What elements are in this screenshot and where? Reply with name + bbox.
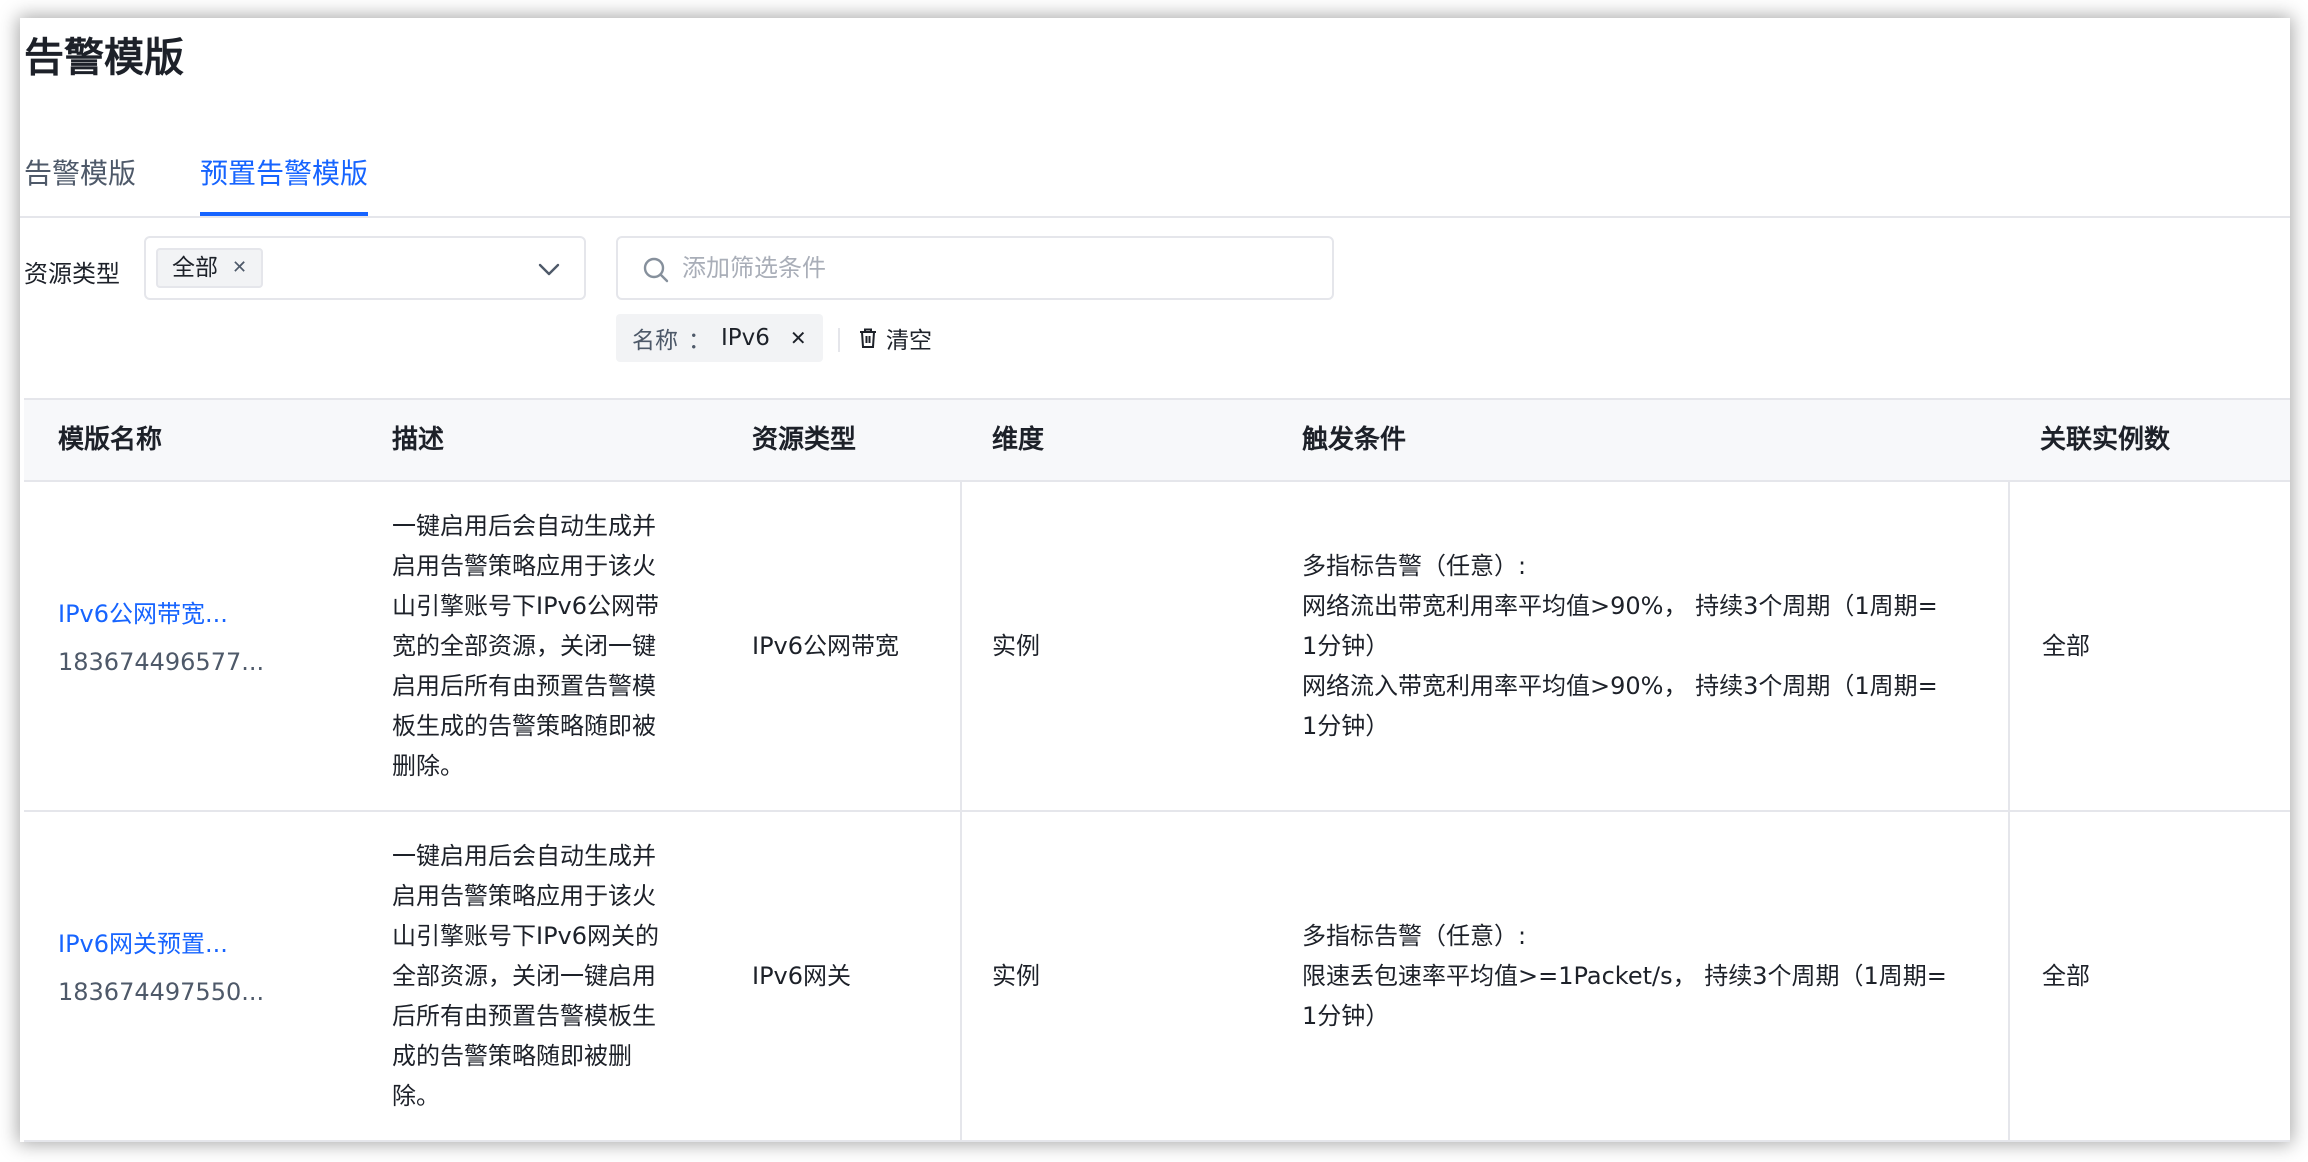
table-header: 模版名称 描述 资源类型 维度 触发条件 关联实例数 [24,400,2290,482]
clear-label: 清空 [886,328,932,354]
template-name-link[interactable]: IPv6网关预置... [58,924,264,964]
description-line: 板生成的告警策略随即被 [392,712,656,740]
template-name-cell: IPv6网关预置... 183674497550... [58,924,264,1012]
active-tab-indicator [200,212,368,216]
tab-preset-alert-templates[interactable]: 预置告警模版 [200,154,368,194]
header-instance-count: 关联实例数 [2040,425,2171,455]
chip-key: 名称 [632,328,678,354]
chevron-down-icon [538,263,560,276]
header-trigger-condition: 触发条件 [1302,425,1407,455]
description-line: 后所有由预置告警模板生 [392,1002,656,1030]
trigger-condition-cell: 多指标告警（任意）: 网络流出带宽利用率平均值>90%， 持续3个周期（1周期=… [1302,546,2002,746]
trash-icon [860,328,876,348]
template-id: 183674497550... [58,978,265,1006]
description-line: 除。 [392,1082,440,1110]
description-line: 一键启用后会自动生成并 [392,512,656,540]
description-line: 一键启用后会自动生成并 [392,842,656,870]
table-row: IPv6公网带宽... 183674496577... 一键启用后会自动生成并 … [24,482,2290,812]
table-row: IPv6网关预置... 183674497550... 一键启用后会自动生成并 … [24,812,2290,1142]
template-name-link[interactable]: IPv6公网带宽... [58,594,264,634]
condition-line: 网络流出带宽利用率平均值>90%， 持续3个周期（1周期= [1302,592,1938,620]
description-line: 启用告警策略应用于该火 [392,552,656,580]
condition-line: 限速丢包速率平均值>=1Packet/s， 持续3个周期（1周期= [1302,962,1947,990]
description-line: 山引擎账号下IPv6公网带 [392,592,660,620]
window-frame: 告警模版 告警模版 预置告警模版 资源类型 全部 ✕ 名称 ： IPv6 ✕ [20,18,2290,1142]
description-line: 山引擎账号下IPv6网关的 [392,922,660,950]
active-filter-chip: 名称 ： IPv6 ✕ [616,314,823,362]
column-divider [960,812,962,1140]
selected-tag: 全部 ✕ [156,248,264,288]
filter-search-input[interactable] [682,246,1302,290]
tab-alert-templates[interactable]: 告警模版 [24,154,136,194]
header-resource-type: 资源类型 [752,425,857,455]
resource-type-select[interactable]: 全部 ✕ [144,236,586,300]
filter-search-box[interactable] [616,236,1334,300]
description-line: 成的告警策略随即被删 [392,1042,632,1070]
dimension-cell: 实例 [992,632,1040,660]
search-icon [643,257,669,283]
tab-bar: 告警模版 预置告警模版 [20,136,2290,218]
description-cell: 一键启用后会自动生成并 启用告警策略应用于该火 山引擎账号下IPv6公网带 宽的… [392,506,702,786]
tag-close-icon[interactable]: ✕ [232,250,247,286]
template-id: 183674496577... [58,648,265,676]
column-divider [2008,482,2010,810]
condition-line: 多指标告警（任意）: [1302,552,1527,580]
description-line: 全部资源，关闭一键启用 [392,962,656,990]
condition-line: 多指标告警（任意）: [1302,922,1527,950]
condition-line: 网络流入带宽利用率平均值>90%， 持续3个周期（1周期= [1302,672,1938,700]
column-divider [960,482,962,810]
header-template-name: 模版名称 [58,425,163,455]
page-title: 告警模版 [24,35,184,81]
column-divider [2008,812,2010,1140]
condition-line: 1分钟） [1302,1002,1390,1030]
chip-separator: ： [688,328,711,354]
divider [838,328,840,352]
chip-value: IPv6 [721,325,770,351]
description-line: 宽的全部资源，关闭一键 [392,632,656,660]
selected-tag-label: 全部 [172,255,218,281]
clear-button[interactable]: 清空 [858,320,932,356]
condition-line: 1分钟） [1302,712,1390,740]
header-description: 描述 [392,425,445,455]
chip-close-icon[interactable]: ✕ [790,326,807,350]
template-name-cell: IPv6公网带宽... 183674496577... [58,594,264,682]
description-line: 启用后所有由预置告警模 [392,672,656,700]
trigger-condition-cell: 多指标告警（任意）: 限速丢包速率平均值>=1Packet/s， 持续3个周期（… [1302,916,2002,1036]
description-line: 启用告警策略应用于该火 [392,882,656,910]
resource-type-cell: IPv6公网带宽 [752,632,900,660]
instance-count-cell: 全部 [2042,962,2090,990]
description-cell: 一键启用后会自动生成并 启用告警策略应用于该火 山引擎账号下IPv6网关的 全部… [392,836,702,1116]
description-line: 删除。 [392,752,464,780]
resource-type-cell: IPv6网关 [752,962,852,990]
condition-line: 1分钟） [1302,632,1390,660]
instance-count-cell: 全部 [2042,632,2090,660]
header-dimension: 维度 [992,425,1045,455]
templates-table: 模版名称 描述 资源类型 维度 触发条件 关联实例数 IPv6公网带宽... 1… [24,398,2290,1142]
dimension-cell: 实例 [992,962,1040,990]
resource-type-label: 资源类型 [24,260,120,288]
